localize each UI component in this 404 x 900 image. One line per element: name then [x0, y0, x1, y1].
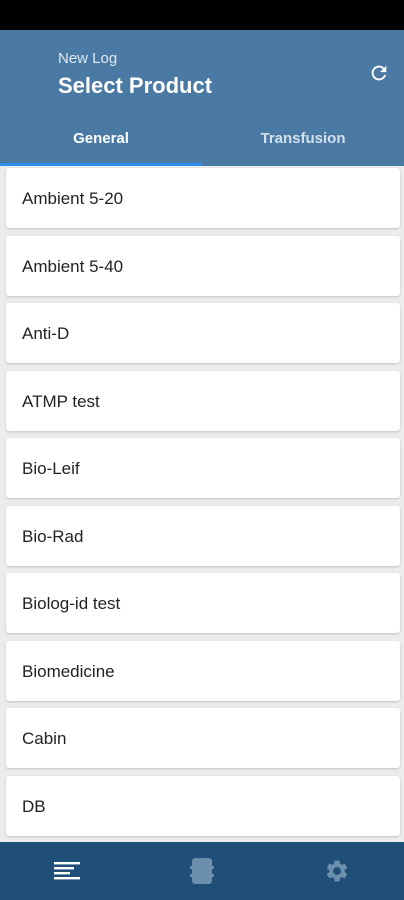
- nav-settings-button[interactable]: [270, 842, 404, 900]
- app-header: New Log Select Product General Transfusi…: [0, 30, 404, 166]
- list-item[interactable]: Bio-Leif: [6, 438, 400, 498]
- list-item[interactable]: Biomedicine: [6, 641, 400, 701]
- list-item[interactable]: Ambient 5-40: [6, 236, 400, 296]
- product-label: ATMP test: [22, 392, 100, 411]
- gear-icon: [326, 860, 348, 882]
- nav-logs-button[interactable]: [0, 842, 134, 900]
- list-item[interactable]: ATMP test: [6, 371, 400, 431]
- list-icon: [54, 862, 80, 880]
- bottom-navigation: [0, 842, 404, 900]
- list-item[interactable]: DB: [6, 776, 400, 836]
- product-label: Anti-D: [22, 324, 70, 343]
- product-label: Bio-Leif: [22, 459, 80, 478]
- nav-storage-button[interactable]: [135, 842, 269, 900]
- tab-bar: General Transfusion: [0, 122, 404, 166]
- tab-general[interactable]: General: [0, 122, 202, 166]
- list-item[interactable]: Anti-D: [6, 303, 400, 363]
- product-label: Ambient 5-20: [22, 189, 124, 208]
- refresh-icon: [371, 65, 387, 81]
- tab-transfusion[interactable]: Transfusion: [202, 122, 404, 166]
- list-item[interactable]: Ambient 5-20: [6, 168, 400, 228]
- product-label: Biolog-id test: [22, 594, 121, 613]
- product-label: Cabin: [22, 729, 67, 748]
- container-icon: [190, 858, 214, 884]
- refresh-button[interactable]: [368, 62, 390, 84]
- product-label: DB: [22, 797, 46, 816]
- list-item[interactable]: Bio-Rad: [6, 506, 400, 566]
- header-subtitle: New Log: [58, 50, 118, 67]
- product-list: Ambient 5-20 Ambient 5-40 Anti-D ATMP te…: [0, 166, 404, 842]
- page-title: Select Product: [58, 73, 213, 98]
- product-label: Biomedicine: [22, 662, 115, 681]
- status-bar: [0, 0, 404, 30]
- list-item[interactable]: Biolog-id test: [6, 573, 400, 633]
- product-label: Bio-Rad: [22, 527, 84, 546]
- list-item[interactable]: Cabin: [6, 708, 400, 768]
- product-label: Ambient 5-40: [22, 257, 124, 276]
